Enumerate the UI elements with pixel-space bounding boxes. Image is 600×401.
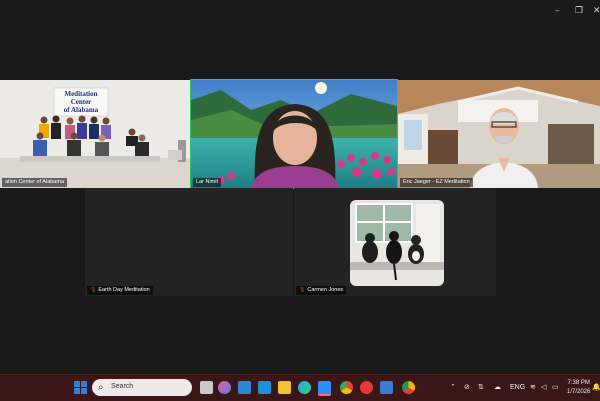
taskbar-clock[interactable]: 7:38 PM 1/7/2026 [567,379,590,397]
zoom-window: – ❐ ✕ Meditation Center of Alabama ation… [0,0,600,374]
meditation-center-banner: Meditation Center of Alabama [63,90,99,114]
video-tile-earth-day-meditation[interactable]: 🎙 Earth Day Meditation [85,188,293,296]
volume-icon[interactable]: ◁ [541,383,546,392]
chrome-canary-icon[interactable] [402,381,415,394]
participant-name: 🎙 Carmen Jones [296,286,347,295]
muted-mic-icon: 🎙 [299,287,306,293]
zoom-icon[interactable] [318,381,331,396]
notification-icon[interactable]: 🔔 [592,383,600,392]
network-icon[interactable]: ⇅ [478,383,484,392]
living-room-video [398,80,600,188]
edge-icon[interactable] [298,381,311,394]
close-icon[interactable]: ✕ [593,6,600,16]
participant-name: Eric Jaeger - EZ Meditation [400,178,473,187]
participant-name: 🎙 Earth Day Meditation [87,286,153,295]
media-icon[interactable] [360,381,373,394]
restore-icon[interactable]: ❐ [575,6,583,16]
wifi-icon[interactable]: ≋ [530,383,536,392]
language-indicator[interactable]: ENG [510,383,525,392]
participant-name: Lar Nimit [193,178,222,187]
mail-icon[interactable] [238,381,251,394]
task-view-icon[interactable] [200,381,213,394]
cats-at-window-picture [350,200,444,286]
chevron-up-icon[interactable]: ⌃ [450,383,456,392]
video-tile-eric-jaeger[interactable]: Eric Jaeger - EZ Meditation [398,80,600,188]
video-tile-carmen-jones[interactable]: 🎙 Carmen Jones [294,188,496,296]
video-tile-lar-nimit[interactable]: Lar Nimit [190,79,398,189]
chrome-icon[interactable] [340,381,353,394]
onedrive-icon[interactable]: ☁ [494,383,501,392]
folder-icon[interactable] [278,381,291,394]
windows-start-icon[interactable] [74,381,87,394]
battery-icon[interactable]: ▭ [552,383,559,392]
muted-mic-icon: 🎙 [90,287,97,293]
store-icon[interactable] [258,381,271,394]
search-placeholder: Search [111,383,134,390]
windows-taskbar: ⌕ Search ⌃ ⊘ ⇅ ☁ ENG ≋ ◁ ▭ 7:38 PM 1/7/2… [0,374,600,401]
search-icon: ⌕ [98,382,104,393]
notepad-icon[interactable] [380,381,393,394]
mic-off-icon[interactable]: ⊘ [464,383,470,392]
minimize-icon[interactable]: – [555,6,560,16]
participant-name: ation Center of Alabama [2,178,68,187]
video-tile-meditation-center[interactable]: Meditation Center of Alabama ation Cente… [0,80,190,188]
lake-background-video [191,80,397,188]
copilot-icon[interactable] [218,381,231,394]
taskbar-search-box[interactable]: ⌕ Search [92,379,192,396]
